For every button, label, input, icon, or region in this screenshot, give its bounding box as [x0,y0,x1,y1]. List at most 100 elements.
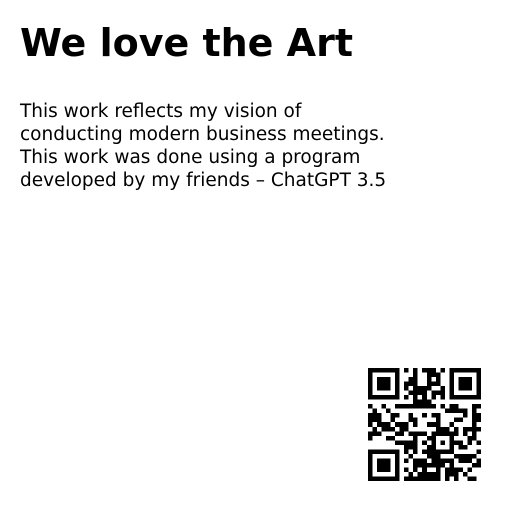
qr-module [467,440,472,445]
qr-module [381,458,387,463]
qr-code-icon[interactable] [368,368,481,481]
qr-module [395,440,400,445]
qr-module [449,462,454,468]
qr-module [390,476,396,481]
qr-module [476,377,481,382]
qr-module [453,431,459,436]
qr-module [408,404,414,409]
qr-module [413,368,418,373]
qr-module [368,462,373,468]
qr-module [377,467,382,472]
qr-module [467,458,472,463]
qr-module [435,390,441,396]
qr-module [422,368,427,373]
qr-module [426,386,432,391]
qr-module [372,408,378,414]
qr-module [395,395,400,400]
qr-module [476,404,481,409]
qr-module [395,372,400,378]
qr-module [431,471,436,477]
qr-module [449,449,454,454]
qr-module [458,395,463,400]
qr-module [471,426,477,432]
qr-module [422,458,427,463]
description-text: This work reflects my vision of conducti… [20,100,490,192]
qr-module [462,408,468,414]
qr-module [386,386,391,391]
qr-module [444,449,450,454]
qr-module [453,471,459,477]
qr-module [476,368,481,373]
qr-module [368,417,373,423]
qr-module [453,368,459,373]
qr-module [399,422,405,427]
qr-module [395,471,400,477]
qr-module [422,471,427,477]
qr-module [449,395,454,400]
qr-module [381,404,387,409]
qr-module [435,426,441,432]
qr-module [462,386,468,391]
qr-module [386,381,391,387]
qr-module [449,471,454,477]
qr-module [368,395,373,400]
qr-module [395,449,400,454]
qr-module [404,458,409,463]
qr-module [426,368,432,373]
qr-module [462,426,468,432]
qr-module [368,386,373,391]
qr-module [462,381,468,387]
qr-module [408,417,414,423]
qr-module [404,444,409,450]
qr-module [413,449,418,454]
qr-module [404,440,409,445]
qr-module [413,440,418,445]
qr-module [449,458,454,463]
qr-module [431,435,436,441]
qr-module [440,462,445,468]
qr-module [386,426,391,432]
qr-module [440,426,445,432]
qr-module [467,476,472,481]
qr-module [444,426,450,432]
qr-module [381,386,387,391]
qr-module [368,476,373,481]
qr-module [368,471,373,477]
qr-module [440,449,445,454]
qr-module [449,467,454,472]
qr-module [440,458,445,463]
qr-module [408,381,414,387]
qr-module [413,431,418,436]
qr-module [422,476,427,481]
qr-module [449,404,454,409]
qr-module [431,440,436,445]
qr-module [440,368,445,373]
qr-module [431,390,436,396]
qr-module [431,381,436,387]
qr-module [426,444,432,450]
qr-module [408,431,414,436]
qr-module [395,431,400,436]
qr-module [435,471,441,477]
qr-module [395,386,400,391]
qr-module [404,449,409,454]
qr-module [377,386,382,391]
qr-module [381,381,387,387]
qr-module [372,426,378,432]
qr-module [372,417,378,423]
qr-module [471,368,477,373]
qr-module [381,476,387,481]
qr-module [426,449,432,454]
qr-module [431,404,436,409]
qr-module [453,408,459,414]
qr-module [413,390,418,396]
qr-module [377,377,382,382]
qr-module [372,449,378,454]
qr-module [372,476,378,481]
qr-module [395,467,400,472]
qr-module [386,395,391,400]
qr-module [377,449,382,454]
qr-module [431,453,436,459]
qr-module [453,417,459,423]
qr-module [390,426,396,432]
